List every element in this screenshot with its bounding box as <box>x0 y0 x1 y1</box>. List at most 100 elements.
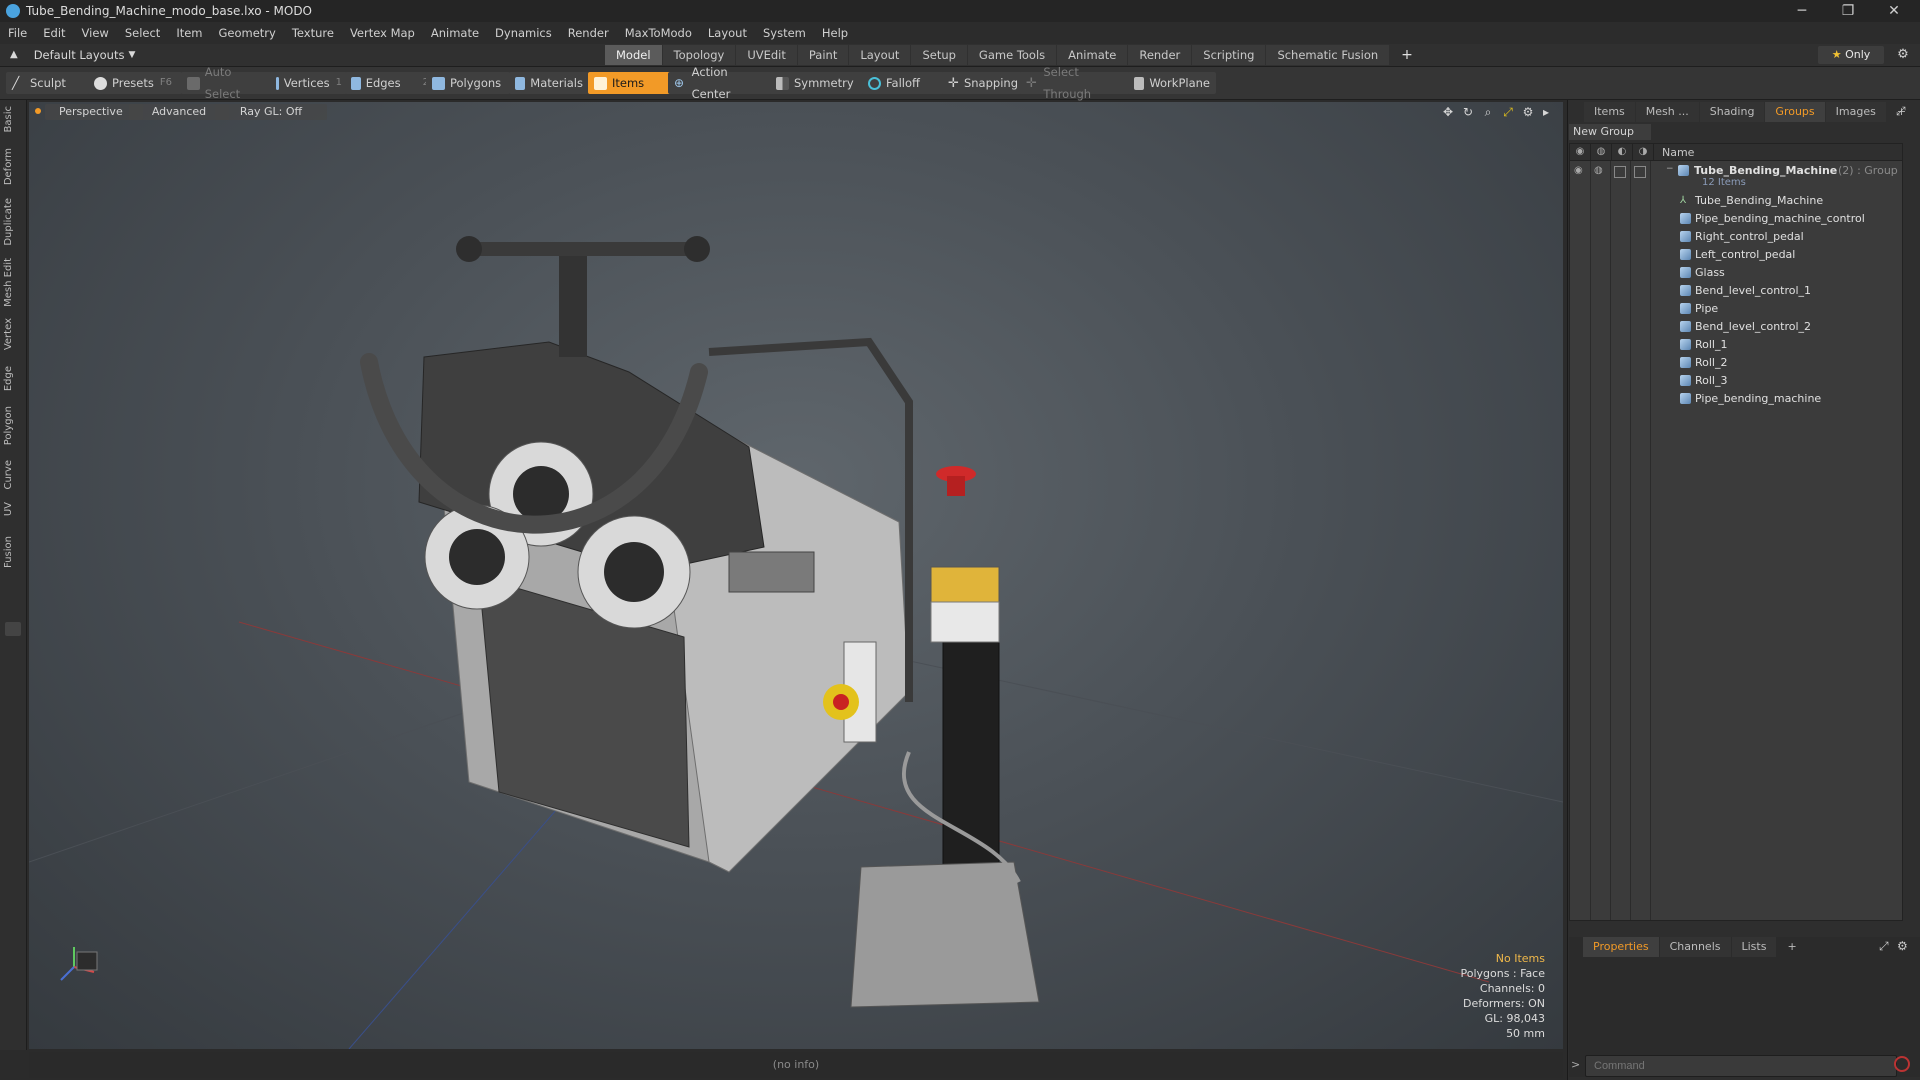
list-item[interactable]: Pipe_bending_machine_control <box>1570 209 1902 227</box>
tab-setup[interactable]: Setup <box>911 45 967 65</box>
new-group-button[interactable]: New Group <box>1569 124 1651 140</box>
menu-render[interactable]: Render <box>560 22 617 44</box>
list-item[interactable]: Left_control_pedal <box>1570 245 1902 263</box>
eye-icon[interactable]: ◉ <box>1574 165 1583 176</box>
falloff-button[interactable]: Falloff <box>862 72 946 94</box>
add-properties-tab-button[interactable]: + <box>1777 937 1806 957</box>
menu-system[interactable]: System <box>755 22 814 44</box>
tab-groups[interactable]: Groups <box>1765 102 1825 122</box>
tab-items[interactable]: Items <box>1584 102 1635 122</box>
menu-select[interactable]: Select <box>117 22 168 44</box>
menu-item[interactable]: Item <box>168 22 210 44</box>
group-row[interactable]: ◉ ◍ − Tube_Bending_Machine (2) : Group 1… <box>1570 163 1902 191</box>
viewport-settings-icon[interactable]: ⚙ <box>1521 105 1535 119</box>
lock-toggle[interactable] <box>1614 166 1626 178</box>
menu-help[interactable]: Help <box>814 22 856 44</box>
tab-layout[interactable]: Layout <box>849 45 911 65</box>
tab-fusion[interactable]: Fusion <box>3 536 23 568</box>
materials-button[interactable]: Materials <box>509 72 589 94</box>
tab-properties[interactable]: Properties <box>1583 937 1659 957</box>
tab-images[interactable]: Images <box>1825 102 1886 122</box>
menu-layout[interactable]: Layout <box>700 22 755 44</box>
properties-gear-icon[interactable]: ⚙ <box>1897 939 1908 953</box>
collapse-icon[interactable]: − <box>1666 164 1674 174</box>
render-column-icon[interactable]: ◍ <box>1591 144 1612 160</box>
tab-render[interactable]: Render <box>1128 45 1192 65</box>
viewport-menu-icon[interactable] <box>35 108 41 114</box>
tab-mesh-edit[interactable]: Mesh Edit <box>3 258 23 307</box>
list-item[interactable]: ⅄ Tube_Bending_Machine <box>1570 191 1902 209</box>
properties-expand-icon[interactable]: ⤢ <box>1879 939 1889 954</box>
record-icon[interactable] <box>1894 1056 1910 1072</box>
vertices-button[interactable]: Vertices 1 <box>270 72 348 94</box>
menu-texture[interactable]: Texture <box>284 22 342 44</box>
close-button[interactable]: ✕ <box>1872 0 1916 22</box>
layout-selector[interactable]: ▲ Default Layouts ▼ <box>10 47 135 63</box>
raygl-button[interactable]: Ray GL: Off <box>215 104 327 120</box>
tab-shading[interactable]: Shading <box>1699 102 1765 122</box>
menu-vertex-map[interactable]: Vertex Map <box>342 22 423 44</box>
menu-view[interactable]: View <box>74 22 117 44</box>
expand-panel-button[interactable] <box>5 622 21 636</box>
action-center-button[interactable]: ⊕ Action Center <box>668 65 774 101</box>
workplane-button[interactable]: WorkPlane <box>1128 72 1216 94</box>
add-tab-button[interactable]: + <box>1390 45 1424 65</box>
list-item[interactable]: Roll_3 <box>1570 371 1902 389</box>
visibility-column-icon[interactable]: ◉ <box>1570 144 1591 160</box>
symmetry-button[interactable]: Symmetry <box>770 72 866 94</box>
menu-maxtomodo[interactable]: MaxToModo <box>617 22 700 44</box>
move-view-icon[interactable]: ✥ <box>1441 105 1455 119</box>
tab-channels[interactable]: Channels <box>1659 937 1731 957</box>
snapping-button[interactable]: ✛ Snapping <box>942 72 1024 94</box>
viewport-3d[interactable]: No Items Polygons : Face Channels: 0 Def… <box>29 102 1563 1049</box>
list-item[interactable]: Pipe <box>1570 299 1902 317</box>
edges-button[interactable]: Edges 2 <box>345 72 435 94</box>
viewport-expand-icon[interactable]: ▸ <box>1539 105 1553 119</box>
lock-column-icon[interactable]: ◐ <box>1612 144 1633 160</box>
tab-scripting[interactable]: Scripting <box>1192 45 1266 65</box>
tab-paint[interactable]: Paint <box>797 45 849 65</box>
menu-animate[interactable]: Animate <box>423 22 487 44</box>
tab-uv[interactable]: UV <box>3 502 23 516</box>
tab-mesh[interactable]: Mesh ... <box>1635 102 1699 122</box>
list-item[interactable]: Roll_2 <box>1570 353 1902 371</box>
polygons-button[interactable]: Polygons <box>426 72 510 94</box>
menu-file[interactable]: File <box>0 22 35 44</box>
list-item[interactable]: Bend_level_control_1 <box>1570 281 1902 299</box>
gear-icon[interactable]: ⚙ <box>1894 46 1912 64</box>
menu-geometry[interactable]: Geometry <box>211 22 284 44</box>
fit-view-icon[interactable]: ⤢ <box>1501 105 1515 119</box>
list-item[interactable]: Glass <box>1570 263 1902 281</box>
menu-dynamics[interactable]: Dynamics <box>487 22 560 44</box>
maximize-button[interactable]: ❐ <box>1826 0 1870 22</box>
command-input[interactable] <box>1585 1055 1897 1077</box>
tab-basic[interactable]: Basic <box>3 106 23 132</box>
tab-duplicate[interactable]: Duplicate <box>3 198 23 246</box>
tab-vertex[interactable]: Vertex <box>3 318 23 350</box>
presets-button[interactable]: Presets F6 <box>88 72 182 94</box>
tab-schematic-fusion[interactable]: Schematic Fusion <box>1266 45 1390 65</box>
rotate-view-icon[interactable]: ↻ <box>1461 105 1475 119</box>
tab-polygon[interactable]: Polygon <box>3 406 23 445</box>
tab-curve[interactable]: Curve <box>3 460 23 490</box>
sculpt-button[interactable]: ╱ Sculpt <box>6 72 92 94</box>
shading-mode-button[interactable]: Advanced <box>129 104 229 120</box>
list-item[interactable]: Bend_level_control_2 <box>1570 317 1902 335</box>
select-through-button[interactable]: ✛ Select Through <box>1020 65 1132 101</box>
minimize-button[interactable]: ─ <box>1780 0 1824 22</box>
tab-edge[interactable]: Edge <box>3 366 23 391</box>
list-item[interactable]: Roll_1 <box>1570 335 1902 353</box>
tab-lists[interactable]: Lists <box>1731 937 1777 957</box>
menu-edit[interactable]: Edit <box>35 22 73 44</box>
name-column-header[interactable]: Name <box>1654 146 1694 159</box>
render-toggle-icon[interactable]: ◍ <box>1594 165 1603 176</box>
select-toggle[interactable] <box>1634 166 1646 178</box>
only-button[interactable]: ★ Only <box>1818 46 1884 64</box>
select-column-icon[interactable]: ◑ <box>1633 144 1654 160</box>
list-item[interactable]: Pipe_bending_machine <box>1570 389 1902 407</box>
zoom-view-icon[interactable]: ⌕ <box>1481 105 1495 119</box>
tab-model[interactable]: Model <box>605 45 662 65</box>
tab-deform[interactable]: Deform <box>3 148 23 185</box>
auto-select-button[interactable]: Auto Select <box>181 65 275 101</box>
items-button[interactable]: Items <box>588 72 672 94</box>
